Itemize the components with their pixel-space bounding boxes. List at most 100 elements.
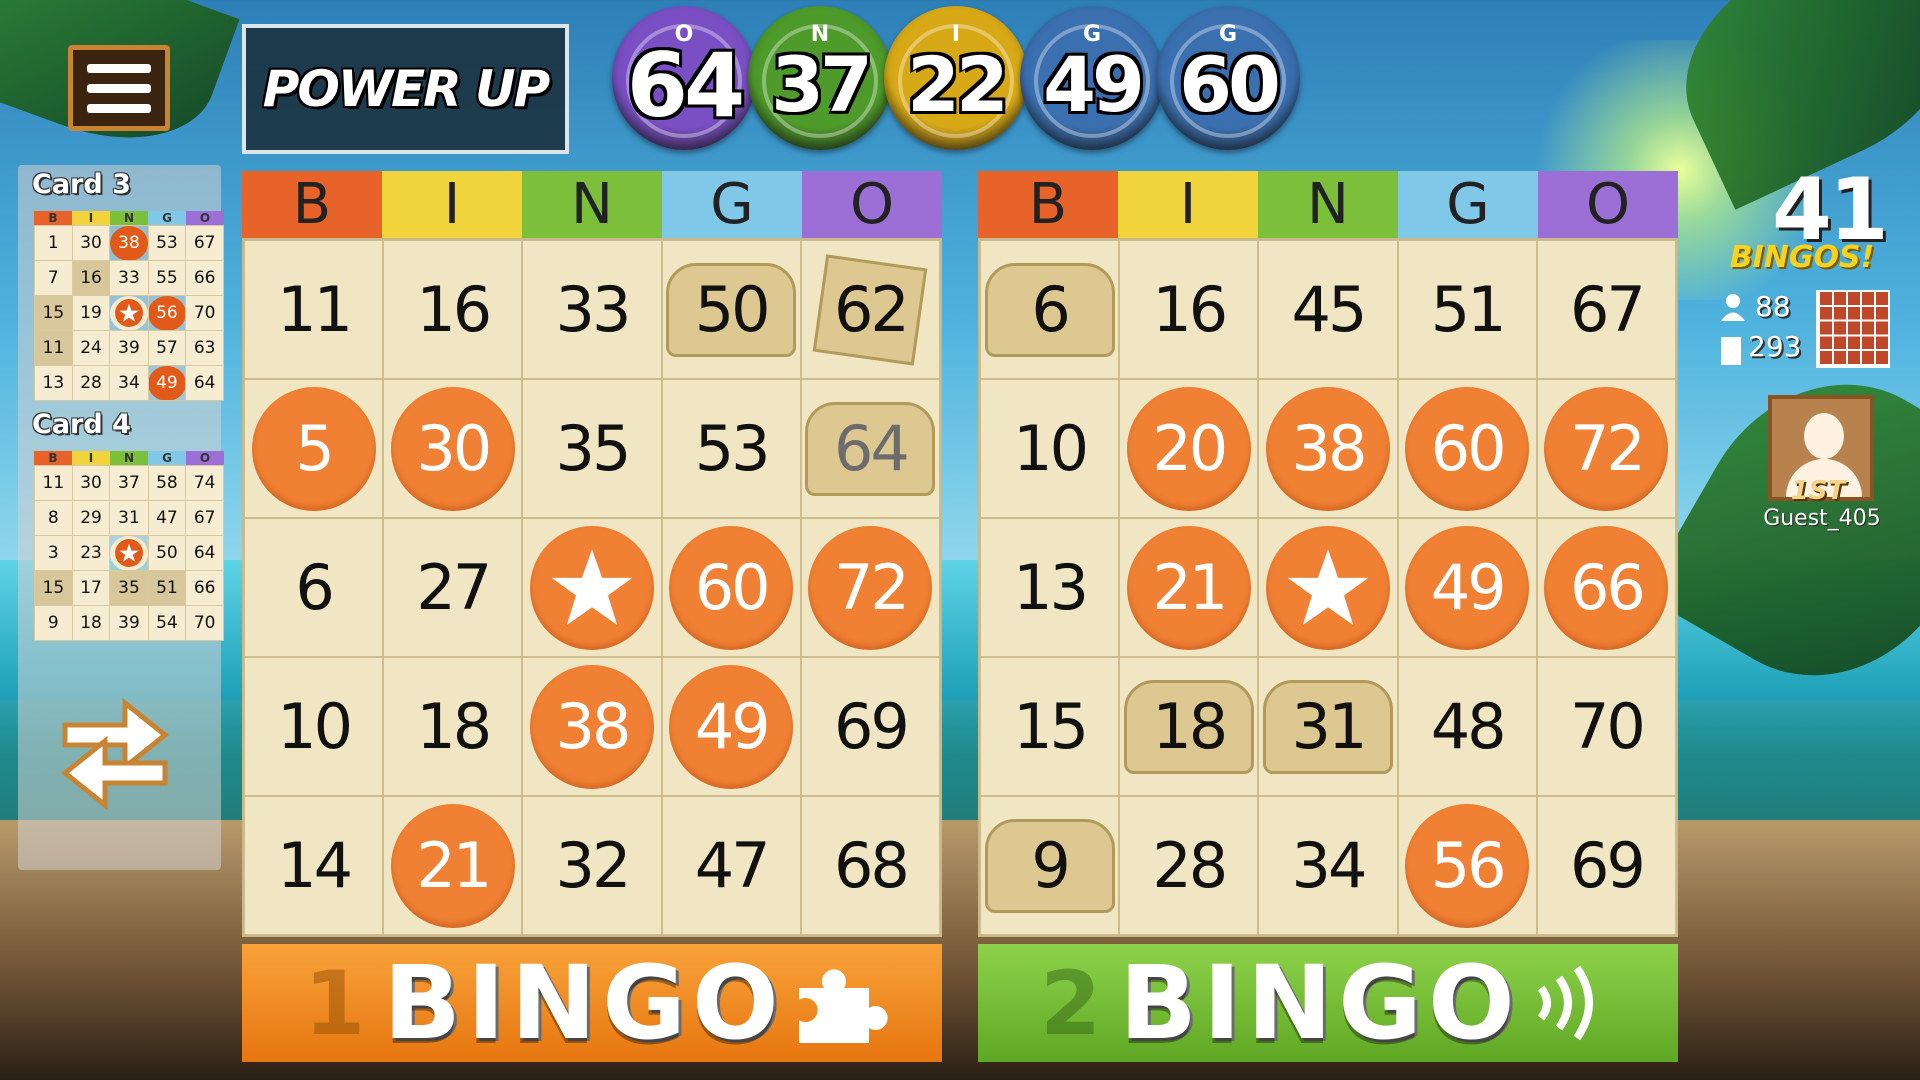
- card-cell[interactable]: 27: [383, 518, 523, 657]
- mini-card-4[interactable]: B I N G O 11 30 37 58 74 8 29 31 47 67 3 23 50 64 15 17 35 51 6…: [34, 451, 224, 641]
- called-balls: O 64 N 37 I 22 G 49 G 60: [612, 6, 1300, 150]
- card-cell[interactable]: 20: [1119, 379, 1259, 518]
- power-up-label: POWER UP: [262, 60, 551, 118]
- card-cell[interactable]: 72: [1536, 379, 1676, 518]
- cell-number: 47: [694, 829, 771, 902]
- mini-card-3[interactable]: B I N G O 1 30 38 53 67 7 16 33 55 66 15 19 56 70 11 24 39 57 6…: [34, 211, 224, 401]
- cell-number: 69: [1569, 829, 1646, 902]
- card-header-letter: G: [662, 171, 802, 238]
- card-cell[interactable]: 64: [800, 379, 940, 518]
- cell-number: 51: [1430, 273, 1507, 346]
- card-cell[interactable]: 6: [244, 518, 384, 657]
- cell-number: 27: [416, 551, 492, 624]
- card-cell[interactable]: 16: [383, 240, 523, 379]
- ball-number: 22: [907, 40, 1009, 129]
- card-cell[interactable]: 38: [522, 657, 662, 796]
- card-cell[interactable]: 21: [383, 796, 523, 935]
- cell-number: 56: [1430, 829, 1507, 902]
- card-grid: 11 16 33 50 62 5 30 35 53 64 6 27 60 72 10 18 38 49 69 14 21…: [242, 238, 942, 937]
- mini-card-cell: 28: [71, 365, 111, 401]
- ball-number: 49: [1043, 40, 1145, 129]
- mini-card-cell: 50: [147, 535, 187, 571]
- card-cell[interactable]: 32: [522, 796, 662, 935]
- card-cell[interactable]: 48: [1397, 657, 1537, 796]
- card-cell[interactable]: 69: [800, 657, 940, 796]
- card-cell[interactable]: 10: [980, 379, 1120, 518]
- cell-number: 60: [1430, 412, 1507, 485]
- cell-number: 35: [555, 412, 632, 485]
- mini-card-cell: 67: [185, 225, 224, 261]
- card-cell[interactable]: 50: [661, 240, 801, 379]
- mini-card-cell: 7: [34, 260, 73, 296]
- cell-number: 67: [1569, 273, 1646, 346]
- free-space-cell[interactable]: [1258, 518, 1398, 657]
- card-cell[interactable]: 68: [800, 796, 940, 935]
- free-space-cell[interactable]: [522, 518, 662, 657]
- mini-header-letter: I: [72, 451, 110, 465]
- card-cell[interactable]: 16: [1119, 240, 1259, 379]
- card-cell[interactable]: 33: [522, 240, 662, 379]
- bingo-button-2[interactable]: 2 BINGO: [978, 944, 1678, 1063]
- cell-number: 32: [555, 829, 632, 902]
- cell-number: 48: [1430, 690, 1507, 763]
- mini-card-cell: 54: [147, 605, 187, 641]
- mini-card-cell: 63: [185, 330, 224, 366]
- sound-waves-icon: [1537, 965, 1593, 1041]
- card-cell[interactable]: 11: [244, 240, 384, 379]
- bingo-count: 2: [1040, 951, 1102, 1055]
- card-cell[interactable]: 31: [1258, 657, 1398, 796]
- free-space-star-icon: [551, 548, 633, 625]
- called-ball: I 22: [884, 6, 1028, 150]
- cell-number: 18: [1152, 690, 1228, 763]
- card-cell[interactable]: 67: [1536, 240, 1676, 379]
- mini-card-cell: 31: [109, 500, 149, 536]
- card-cell[interactable]: 10: [244, 657, 384, 796]
- player-name: Guest_405: [1763, 506, 1881, 531]
- card-cell[interactable]: 45: [1258, 240, 1398, 379]
- card-cell[interactable]: 60: [1397, 379, 1537, 518]
- swap-cards-icon[interactable]: [50, 685, 180, 815]
- card-cell[interactable]: 49: [1397, 518, 1537, 657]
- cell-number: 18: [416, 690, 492, 763]
- card-cell[interactable]: 72: [800, 518, 940, 657]
- card-cell[interactable]: 15: [980, 657, 1120, 796]
- card-header-letter: O: [1538, 171, 1678, 238]
- card-cell[interactable]: 70: [1536, 657, 1676, 796]
- mini-card-cell: 1: [34, 225, 73, 261]
- card-cell[interactable]: 13: [980, 518, 1120, 657]
- card-cell[interactable]: 28: [1119, 796, 1259, 935]
- card-cell[interactable]: 53: [661, 379, 801, 518]
- card-cell[interactable]: 47: [661, 796, 801, 935]
- card-cell[interactable]: 14: [244, 796, 384, 935]
- cell-number: 49: [694, 690, 771, 763]
- card-cell[interactable]: 62: [800, 240, 940, 379]
- card-cell[interactable]: 9: [980, 796, 1120, 935]
- card-cell[interactable]: 56: [1397, 796, 1537, 935]
- mini-card-cell: 64: [185, 535, 224, 571]
- card-grid: 6 16 45 51 67 10 20 38 60 72 13 21 49 66 15 18 31 48 70 9 28…: [978, 238, 1678, 937]
- card-cell[interactable]: 69: [1536, 796, 1676, 935]
- card-cell[interactable]: 60: [661, 518, 801, 657]
- card-cell[interactable]: 49: [661, 657, 801, 796]
- card-cell[interactable]: 5: [244, 379, 384, 518]
- card-cell[interactable]: 51: [1397, 240, 1537, 379]
- bingo-button-1[interactable]: 1 BINGO: [242, 944, 942, 1063]
- cell-number: 49: [1430, 551, 1507, 624]
- card-header-letter: N: [522, 171, 662, 238]
- card-cell[interactable]: 6: [980, 240, 1120, 379]
- mini-card-cell: 8: [34, 500, 73, 536]
- player-rank: 1ST: [1790, 476, 1846, 506]
- card-cell[interactable]: 38: [1258, 379, 1398, 518]
- card-cell[interactable]: 30: [383, 379, 523, 518]
- card-cell[interactable]: 35: [522, 379, 662, 518]
- cell-number: 70: [1569, 690, 1646, 763]
- card-cell[interactable]: 18: [383, 657, 523, 796]
- card-cell[interactable]: 21: [1119, 518, 1259, 657]
- card-cell[interactable]: 18: [1119, 657, 1259, 796]
- cell-number: 50: [694, 273, 771, 346]
- card-cell[interactable]: 34: [1258, 796, 1398, 935]
- card-cell[interactable]: 66: [1536, 518, 1676, 657]
- menu-button[interactable]: [68, 45, 170, 131]
- mini-card-cell: 24: [71, 330, 111, 366]
- power-up-button[interactable]: POWER UP: [242, 24, 569, 154]
